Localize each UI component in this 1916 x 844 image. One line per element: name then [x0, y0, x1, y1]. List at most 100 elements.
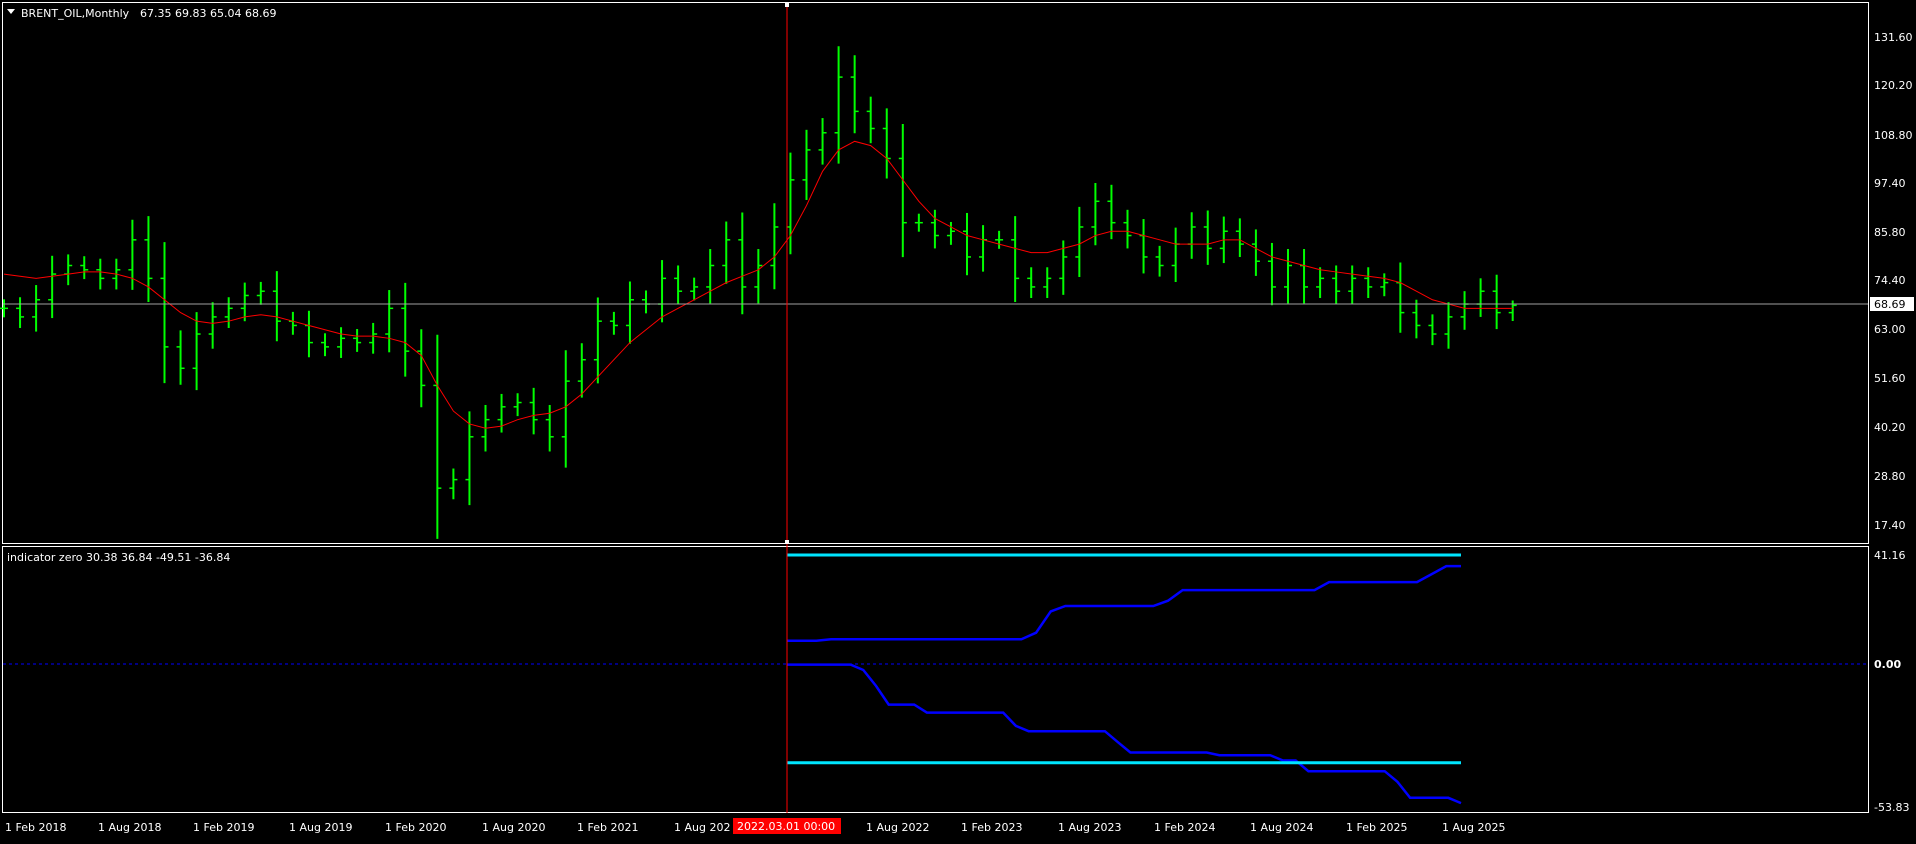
price-bar — [754, 249, 763, 304]
price-bar — [16, 297, 25, 328]
price-bar — [1203, 210, 1212, 265]
price-bar — [369, 322, 378, 354]
price-bar — [513, 393, 522, 417]
price-bar — [1284, 249, 1292, 304]
price-panel-frame — [2, 2, 1869, 544]
price-bar — [1123, 209, 1132, 249]
price-tick-label: 85.80 — [1874, 226, 1906, 239]
crosshair-time-label: 2022.03.01 00:00 — [737, 820, 835, 833]
price-tick-label: 131.60 — [1874, 31, 1913, 44]
price-bar — [240, 282, 249, 322]
indicator-lower-channel-line — [787, 663, 1462, 805]
price-header-ohlc: 67.35 69.83 65.04 68.69 — [140, 7, 276, 20]
price-tick-label: 40.20 — [1874, 421, 1906, 434]
price-bar — [449, 468, 458, 500]
price-bar — [1235, 218, 1244, 257]
price-bar — [1171, 227, 1180, 282]
price-bar — [1155, 245, 1164, 277]
price-tick-label: 51.60 — [1874, 372, 1906, 385]
price-tick-label: 108.80 — [1874, 129, 1913, 142]
price-bar — [48, 255, 57, 319]
price-bar — [1075, 206, 1084, 278]
price-bar — [401, 282, 410, 377]
time-tick-label: 1 Aug 2018 — [98, 821, 161, 834]
price-bar — [1300, 249, 1309, 304]
price-bar — [272, 271, 281, 342]
price-bar — [1251, 229, 1260, 276]
price-bar — [1043, 267, 1052, 299]
price-header-symbol: BRENT_OIL,Monthly — [21, 7, 130, 20]
time-tick-label: 1 Feb 2019 — [193, 821, 254, 834]
indicator-tick-label: -53.83 — [1874, 801, 1909, 814]
price-bar — [642, 290, 650, 314]
time-tick-label: 1 Feb 2025 — [1346, 821, 1407, 834]
price-axis: 131.60 120.20 108.80 97.40 85.80 74.40 6… — [1874, 31, 1913, 532]
price-bar — [529, 387, 538, 435]
price-bar — [706, 249, 715, 304]
price-tick-label: 28.80 — [1874, 470, 1906, 483]
price-bar — [1187, 212, 1196, 259]
price-bar — [176, 330, 185, 385]
price-bar — [802, 129, 811, 200]
price-bar — [64, 254, 73, 286]
price-bar — [96, 258, 105, 290]
price-bar — [208, 302, 217, 349]
price-bar — [417, 329, 426, 408]
price-bar — [1027, 267, 1036, 299]
price-bar — [914, 213, 923, 232]
price-bar — [1364, 267, 1373, 299]
price-tick-label: 97.40 — [1874, 177, 1906, 190]
price-bar — [1460, 291, 1469, 330]
price-tick-label: 120.20 — [1874, 79, 1913, 92]
crosshair-top-marker[interactable] — [785, 3, 789, 7]
price-bar — [577, 343, 586, 398]
price-bar — [979, 225, 988, 272]
price-bar — [1492, 274, 1501, 330]
indicator-axis: 41.16 0.00 -53.83 — [1874, 549, 1909, 814]
price-bar — [224, 297, 233, 328]
time-tick-label: 1 Feb 2024 — [1154, 821, 1215, 834]
time-tick-label: 1 Aug 2023 — [1058, 821, 1121, 834]
price-bar — [321, 333, 329, 357]
price-bar — [866, 96, 875, 144]
price-bar — [353, 329, 362, 352]
price-bar — [1267, 242, 1276, 306]
price-bar — [1444, 302, 1453, 349]
current-price-label: 68.69 — [1874, 298, 1906, 311]
price-bar — [658, 260, 667, 323]
price-bar — [1316, 267, 1325, 299]
price-bar — [160, 242, 169, 384]
time-tick-label: 1 Aug 202 — [674, 821, 730, 834]
price-bar — [32, 285, 41, 332]
crosshair-panel-marker[interactable] — [785, 540, 789, 544]
indicator-panel-frame — [2, 546, 1869, 813]
price-bar — [1348, 265, 1357, 305]
price-bar — [690, 277, 699, 301]
trading-chart[interactable]: BRENT_OIL,Monthly 67.35 69.83 65.04 68.6… — [0, 0, 1916, 840]
price-bar — [882, 108, 891, 179]
time-tick-label: 1 Feb 2020 — [385, 821, 446, 834]
time-tick-label: 1 Aug 2022 — [866, 821, 929, 834]
price-bar — [304, 310, 313, 358]
time-tick-label: 1 Feb 2018 — [5, 821, 66, 834]
price-bar — [995, 230, 1004, 249]
panel-collapse-triangle-icon[interactable] — [7, 9, 15, 14]
price-bar — [1380, 273, 1389, 297]
price-bar — [898, 123, 907, 258]
indicator-upper-channel-line — [787, 564, 1461, 642]
price-bar — [385, 290, 394, 353]
price-bar — [834, 46, 843, 164]
price-bar — [288, 311, 297, 335]
price-bar — [1139, 219, 1148, 274]
price-bar — [1476, 278, 1485, 317]
price-tick-label: 17.40 — [1874, 519, 1906, 532]
price-bar — [593, 297, 602, 384]
price-bar — [465, 411, 474, 506]
price-bar — [337, 327, 346, 358]
price-bar — [609, 311, 618, 335]
price-bar — [625, 281, 634, 344]
indicator-header-label: indicator zero 30.38 36.84 -49.51 -36.84 — [7, 551, 230, 564]
indicator-tick-label: 41.16 — [1874, 549, 1906, 562]
price-bar — [192, 312, 201, 391]
time-tick-label: 1 Aug 2024 — [1250, 821, 1313, 834]
